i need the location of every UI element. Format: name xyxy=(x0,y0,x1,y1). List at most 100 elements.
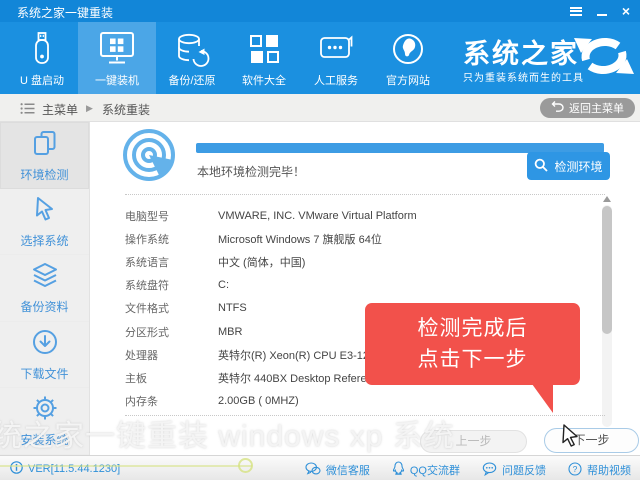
select-system-icon xyxy=(30,194,60,227)
spec-label: 分区形式 xyxy=(125,324,218,340)
callout-tail xyxy=(532,384,553,413)
spec-row: 系统盘符C: xyxy=(125,274,580,297)
nav-tab-usb-boot[interactable]: U 盘启动 xyxy=(6,22,78,94)
return-button-label: 返回主菜单 xyxy=(569,100,624,116)
return-arrow-icon xyxy=(551,100,564,116)
menu-list-icon xyxy=(20,102,35,120)
wechat-support-link[interactable]: 微信客服 xyxy=(305,461,370,479)
nav-tab-one-key-install[interactable]: 一键装机 xyxy=(78,22,156,94)
nav-tab-label: 软件大全 xyxy=(242,72,286,88)
scroll-up-icon[interactable] xyxy=(603,196,611,202)
search-icon xyxy=(534,158,548,175)
qq-group-link[interactable]: QQ交流群 xyxy=(392,461,460,479)
spec-value: VMWARE, INC. VMware Virtual Platform xyxy=(218,210,417,222)
minimize-icon[interactable] xyxy=(597,14,607,16)
breadcrumb-separator-icon: ▶ xyxy=(86,103,93,114)
official-website-icon xyxy=(390,29,426,69)
swirl-arrows-icon xyxy=(572,32,636,85)
breadcrumb: 主菜单 ▶ 系统重装 返回主菜单 xyxy=(0,94,640,122)
window-menu-icon[interactable] xyxy=(570,7,582,16)
next-step-button[interactable]: 下一步 xyxy=(544,428,639,453)
info-icon xyxy=(10,461,23,477)
feedback-icon xyxy=(482,462,497,479)
window-controls: × xyxy=(570,0,630,22)
scrollbar-thumb[interactable] xyxy=(602,206,612,334)
sidebar-steps: 环境检测 选择系统 备份资料 下载文件 安装系统 xyxy=(0,122,90,455)
sidebar-item-backup-data[interactable]: 备份资料 xyxy=(0,255,89,322)
nav-tab-label: 一键装机 xyxy=(95,72,139,88)
svg-text:?: ? xyxy=(573,463,578,473)
nav-tab-official-website[interactable]: 官方网站 xyxy=(372,22,444,94)
brand-logo: 系统之家 只为重装系统而生的工具 xyxy=(440,22,640,94)
detect-environment-button[interactable]: 检测环境 xyxy=(527,152,610,180)
breadcrumb-main-menu[interactable]: 主菜单 xyxy=(42,101,78,118)
breadcrumb-current-page: 系统重装 xyxy=(102,101,150,118)
window-title: 系统之家一键重装 xyxy=(17,4,113,21)
customer-service-icon xyxy=(317,29,355,69)
tutorial-callout: 检测完成后 点击下一步 xyxy=(365,303,580,385)
feedback-link[interactable]: 问题反馈 xyxy=(482,461,546,479)
status-link-label: 问题反馈 xyxy=(502,462,546,478)
sidebar-item-label: 选择系统 xyxy=(20,232,68,249)
usb-drive-icon xyxy=(30,29,54,69)
spec-value: NTFS xyxy=(218,302,247,314)
spec-label: 操作系统 xyxy=(125,231,218,247)
spec-label: 系统语言 xyxy=(125,254,218,270)
status-bar: VER[11.5.44.1230] 微信客服 QQ交流群 问题反馈 xyxy=(0,455,640,480)
detect-button-label: 检测环境 xyxy=(554,158,602,175)
spec-row: 系统语言中文 (简体，中国) xyxy=(125,250,580,273)
help-video-icon: ? xyxy=(568,462,582,479)
status-links: 微信客服 QQ交流群 问题反馈 ? 帮助视频 xyxy=(305,461,631,479)
spec-label: 主板 xyxy=(125,370,218,386)
nav-tab-customer-service[interactable]: 人工服务 xyxy=(300,22,372,94)
status-link-label: 微信客服 xyxy=(326,462,370,478)
brand-tagline: 只为重装系统而生的工具 xyxy=(463,69,584,84)
backup-data-icon xyxy=(30,260,60,293)
wechat-icon xyxy=(305,462,321,479)
nav-tab-label: 官方网站 xyxy=(386,72,430,88)
detect-status-message: 本地环境检测完毕！ xyxy=(197,163,305,180)
sidebar-item-select-system[interactable]: 选择系统 xyxy=(0,189,89,256)
spec-row: 操作系统Microsoft Windows 7 旗舰版 64位 xyxy=(125,227,580,250)
qq-icon xyxy=(392,461,405,479)
version-info: VER[11.5.44.1230] xyxy=(10,461,120,477)
callout-line1: 检测完成后 xyxy=(418,313,528,345)
download-file-icon xyxy=(30,327,60,360)
status-link-label: QQ交流群 xyxy=(410,462,460,478)
sidebar-item-env-detect[interactable]: 环境检测 xyxy=(0,122,89,189)
help-video-link[interactable]: ? 帮助视频 xyxy=(568,461,631,479)
app-window: 系统之家一键重装 × U 盘启动 一键装机 备份/还原 xyxy=(0,0,640,480)
nav-tab-label: 人工服务 xyxy=(314,72,358,88)
spec-label: 电脑型号 xyxy=(125,208,218,224)
mouse-cursor-icon xyxy=(560,424,581,452)
spec-label: 文件格式 xyxy=(125,300,218,316)
callout-line2: 点击下一步 xyxy=(418,344,528,376)
sidebar-item-label: 环境检测 xyxy=(20,166,68,183)
sidebar-item-download-files[interactable]: 下载文件 xyxy=(0,322,89,389)
spec-value: 2.00GB ( 0MHZ) xyxy=(218,395,299,407)
return-main-menu-button[interactable]: 返回主菜单 xyxy=(540,98,635,118)
video-scrubber-line xyxy=(0,465,252,467)
close-icon[interactable]: × xyxy=(622,0,630,22)
spec-value: C: xyxy=(218,279,229,291)
sidebar-item-label: 备份资料 xyxy=(20,298,68,315)
nav-tab-software-collection[interactable]: 软件大全 xyxy=(228,22,300,94)
nav-tab-label: U 盘启动 xyxy=(20,72,64,88)
spec-label: 处理器 xyxy=(125,347,218,363)
software-collection-icon xyxy=(247,29,281,69)
nav-tab-backup-restore[interactable]: 备份/还原 xyxy=(156,22,228,94)
video-watermark: 统之家一键重装 windows xp 系统 xyxy=(0,411,455,455)
spec-label: 系统盘符 xyxy=(125,277,218,293)
dotted-divider xyxy=(125,194,605,195)
spec-row: 内存条2.00GB ( 0MHZ) xyxy=(125,390,580,413)
backup-restore-icon xyxy=(174,29,210,69)
brand-name: 系统之家 xyxy=(463,32,579,71)
nav-tab-label: 备份/还原 xyxy=(168,72,215,88)
radar-scan-icon xyxy=(121,127,177,188)
sidebar-item-label: 下载文件 xyxy=(20,365,68,382)
spec-value: 中文 (简体，中国) xyxy=(218,254,305,270)
one-key-install-icon xyxy=(98,29,136,69)
content-scrollbar xyxy=(601,196,614,436)
spec-value: Microsoft Windows 7 旗舰版 64位 xyxy=(218,231,382,247)
video-scrubber-knob xyxy=(238,458,253,473)
